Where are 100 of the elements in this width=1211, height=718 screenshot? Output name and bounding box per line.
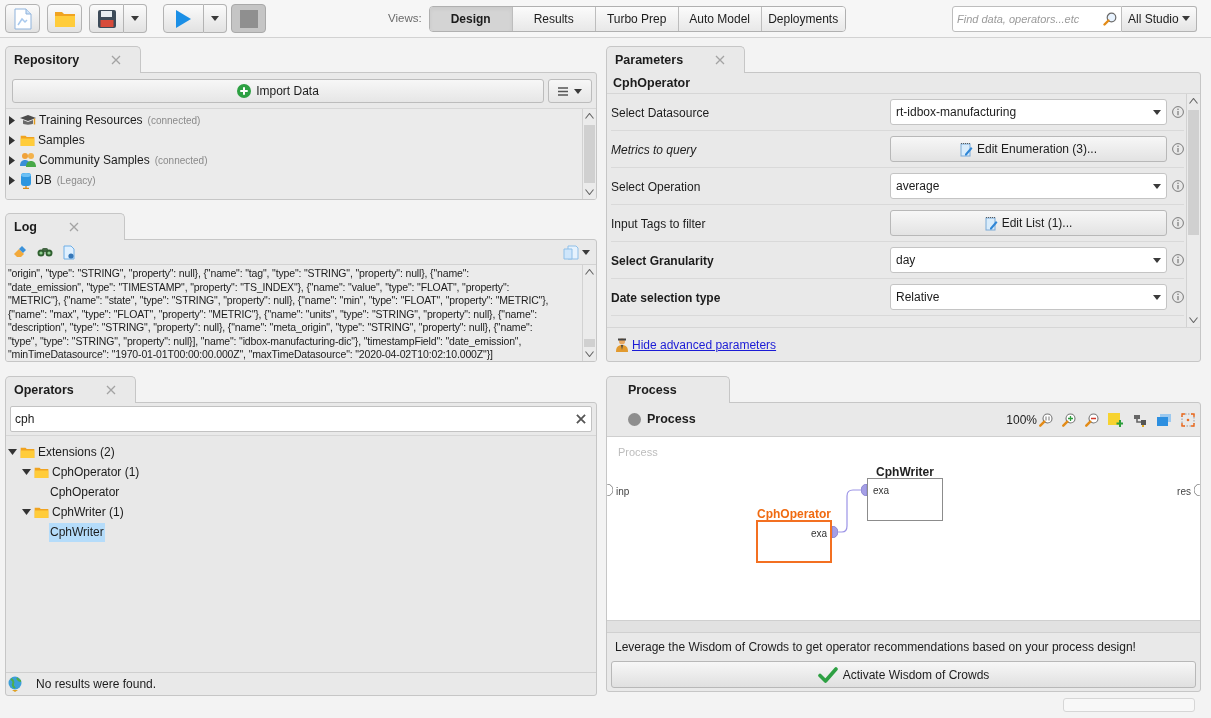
save-button[interactable] [89,4,124,33]
dropdown[interactable]: rt-idbox-manufacturing [890,99,1167,125]
open-button[interactable] [47,4,82,33]
chevron-down-icon[interactable] [585,189,594,195]
close-icon[interactable] [715,55,726,65]
info-icon[interactable] [1172,180,1184,192]
dropdown-button[interactable] [204,4,227,33]
view-tab[interactable]: Auto Model [678,6,762,31]
operator-node[interactable]: exa [867,478,943,521]
search-icon[interactable] [1103,11,1117,26]
expanded-arrow-icon[interactable] [22,509,31,515]
tree-item[interactable]: Community Samples (connected) [20,151,208,169]
operator-name: CphOperator [613,74,691,92]
people-icon [20,152,36,168]
close-icon[interactable] [111,55,122,65]
tree-item[interactable]: Extensions (2) [20,443,116,461]
chevron-up-icon[interactable] [1189,98,1198,104]
caret-icon [211,16,219,21]
port-icon[interactable] [1194,484,1200,496]
close-icon[interactable] [68,222,79,232]
dropdown[interactable]: Relative [890,284,1167,310]
tree-item[interactable]: CphWriter (1) [34,503,125,521]
operator-node[interactable]: exa [756,520,832,563]
views-label: Views: [388,10,422,26]
edit-button[interactable]: Edit List (1)... [890,210,1167,236]
panel-tab[interactable]: Repository [5,46,142,73]
expanded-arrow-icon[interactable] [22,469,31,475]
collapsed-arrow-icon[interactable] [9,175,15,185]
chevron-down-icon[interactable] [1189,317,1198,323]
view-tab[interactable]: Results [512,6,596,31]
scope-dropdown[interactable]: All Studio [1122,5,1197,32]
port-icon[interactable] [607,484,613,496]
port-label: exa [810,527,827,541]
search-field[interactable]: cph [10,406,592,432]
log-line: "type", "type": "STRING", "property": null}], "name": "idbox-manufacturing-dic"}, "timestampField": "date_emission", [8,334,522,348]
info-icon[interactable] [1172,106,1184,118]
expanded-arrow-icon[interactable] [8,449,17,455]
search-field[interactable]: Find data, operators...etc [952,5,1122,32]
info-icon[interactable] [1172,217,1184,229]
dropdown-button[interactable] [124,4,147,33]
caret-icon [1153,257,1161,263]
frame-icon[interactable] [1181,412,1195,427]
note-add-icon[interactable] [1108,412,1123,427]
caret-icon[interactable] [582,249,590,255]
tree-item[interactable]: Training Resources (connected) [20,111,201,129]
disc-icon [628,413,641,426]
log-line: "description", "type": "STRING", "property": null}, {"name": "meta_origin", "type": "STRING", "property": null}, {"name": [8,321,533,335]
tree-item[interactable]: CphWriter [49,522,105,542]
zoom-in-icon[interactable] [1062,412,1076,427]
panel-tab[interactable]: Parameters [606,46,746,73]
tree-item[interactable]: DB (Legacy) [20,171,96,189]
graduation-cap-icon [20,113,36,127]
port-icon[interactable] [832,526,838,538]
clear-icon[interactable] [576,414,586,424]
panel-tab[interactable]: Log [5,213,125,240]
collapsed-arrow-icon[interactable] [9,135,15,145]
view-tab[interactable]: Design [429,6,513,31]
collapsed-arrow-icon[interactable] [9,115,15,125]
info-icon[interactable] [1172,254,1184,266]
binoculars-icon[interactable] [37,247,53,257]
document-icon[interactable] [63,244,75,260]
collapsed-arrow-icon[interactable] [9,155,15,165]
panel-tab[interactable]: Process [606,376,730,403]
activate-button[interactable]: Activate Wisdom of Crowds [611,661,1196,688]
tree-item[interactable]: Samples [20,131,85,149]
zoom-reset-icon[interactable] [1039,412,1053,427]
scrollbar-thumb[interactable] [584,125,595,183]
zoom-out-icon[interactable] [1085,412,1099,427]
chevron-up-icon[interactable] [585,269,594,275]
close-icon[interactable] [105,385,116,395]
new-button[interactable] [5,4,40,33]
tree-item[interactable]: CphOperator [49,482,121,502]
menu-button[interactable] [548,79,592,103]
eraser-icon[interactable] [13,245,27,259]
info-icon[interactable] [1172,143,1184,155]
scrollbar-thumb[interactable] [1188,110,1199,235]
import-data-button[interactable]: Import Data [12,79,544,103]
caret-icon [131,16,139,21]
operator-title: CphWriter [876,464,934,478]
edit-button[interactable]: Edit Enumeration (3)... [890,136,1167,162]
dropdown[interactable]: day [890,247,1167,273]
view-tab[interactable]: Turbo Prep [595,6,679,31]
info-icon[interactable] [1172,291,1184,303]
zoom-level: 100% [1006,411,1037,429]
chevron-up-icon[interactable] [585,113,594,119]
port-icon[interactable] [861,484,867,496]
tree-item[interactable]: CphOperator (1) [34,463,141,481]
layers-icon[interactable] [1156,412,1172,427]
view-tab[interactable]: Deployments [761,6,845,31]
scrollbar-thumb[interactable] [584,339,595,347]
advanced-parameters-link[interactable]: Hide advanced parameters [632,335,777,354]
panel-tab[interactable]: Operators [5,376,136,403]
plug-icon[interactable] [1132,412,1147,427]
scrollbar[interactable] [582,109,596,199]
scrollbar[interactable] [582,265,596,361]
dropdown[interactable]: average [890,173,1167,199]
scrollbar[interactable] [1186,94,1200,327]
port-label: exa [873,484,890,498]
chevron-down-icon[interactable] [585,351,594,357]
status-text: No results were found. [36,676,157,693]
